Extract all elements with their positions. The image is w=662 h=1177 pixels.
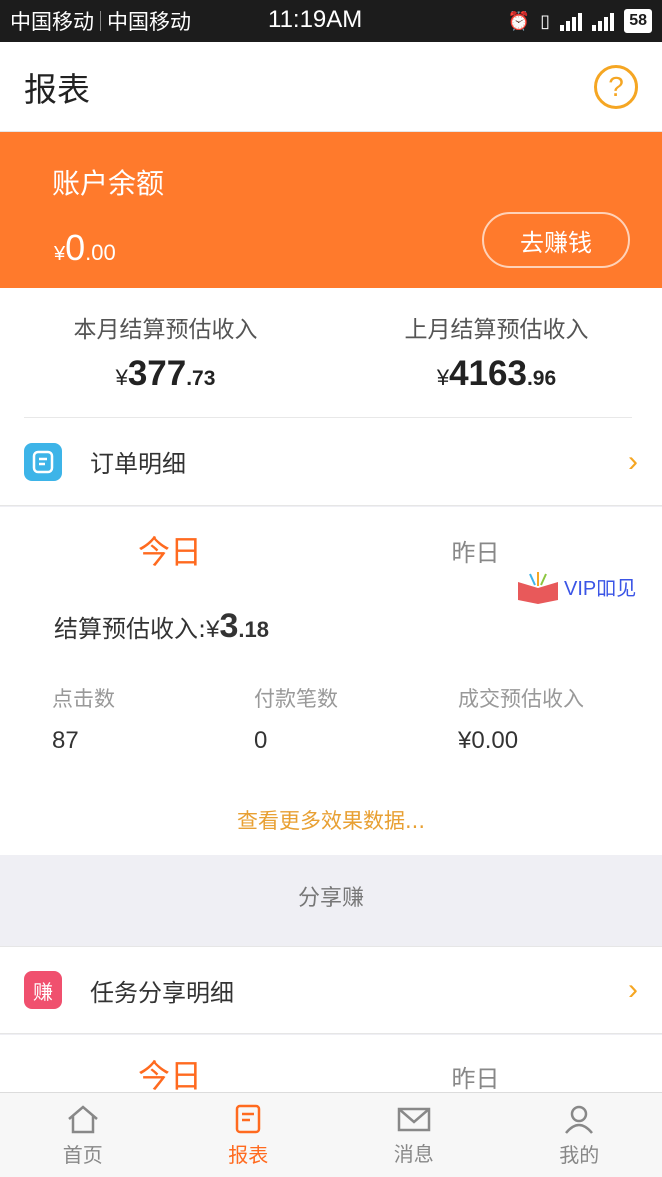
page-header: 报表 ?	[0, 42, 662, 132]
balance-card: 账户余额 ¥0.00 去赚钱	[0, 132, 662, 288]
user-icon	[565, 1105, 594, 1134]
earn-money-button[interactable]: 去赚钱	[482, 212, 630, 268]
tabbar-item-messages[interactable]: 消息	[331, 1093, 497, 1177]
tabbar-item-me[interactable]: 我的	[497, 1093, 662, 1177]
watermark-text: VIP吅见	[564, 577, 637, 600]
share-tabs: 今日 昨日	[0, 1035, 662, 1092]
tab-today[interactable]: 今日	[10, 527, 330, 573]
bottom-tab-bar: 首页 报表 消息 我的	[0, 1092, 662, 1177]
earn-badge-icon: 赚	[24, 971, 62, 1009]
chevron-right-icon: ›	[628, 444, 638, 478]
tabbar-label: 消息	[393, 1141, 434, 1166]
metric-label: 付款笔数	[254, 687, 338, 711]
last-month-label: 上月结算预估收入	[404, 317, 589, 343]
signal-icon	[560, 11, 583, 31]
this-month-currency: ¥	[115, 365, 128, 390]
share-tab-today[interactable]: 今日	[10, 1051, 330, 1092]
alarm-icon: ⏰	[507, 10, 531, 32]
home-icon	[67, 1104, 98, 1133]
metric-value: 87	[52, 727, 79, 754]
stats-panel: 今日 昨日 结算预估收入:¥3.18 点击数 87 付款笔数 0 成交预估收入 …	[0, 507, 662, 855]
balance-label: 账户余额	[52, 167, 165, 200]
tab-yesterday[interactable]: 昨日	[310, 533, 641, 568]
carrier-separator	[100, 11, 101, 31]
chevron-right-icon: ›	[628, 973, 638, 1006]
estimate-integer: 3	[219, 607, 239, 645]
monthly-income: 本月结算预估收入 ¥377.73 上月结算预估收入 ¥4163.96	[0, 288, 662, 418]
this-month-decimal: .73	[186, 367, 216, 390]
mail-icon	[397, 1107, 430, 1131]
status-bar: 中国移动 中国移动 11:19AM ⏰ ▯ 58	[0, 0, 662, 42]
carrier-1: 中国移动	[10, 10, 94, 34]
status-time: 11:19AM	[268, 6, 363, 33]
tabbar-label: 报表	[228, 1142, 269, 1167]
share-tab-yesterday[interactable]: 昨日	[310, 1059, 641, 1092]
signal-2-icon	[592, 11, 615, 31]
last-month-currency: ¥	[436, 365, 450, 390]
balance-amount: ¥0.00	[54, 227, 116, 269]
share-details-label: 任务分享明细	[90, 978, 234, 1007]
settlement-estimate: 结算预估收入:¥3.18	[54, 607, 269, 646]
balance-integer: 0	[65, 227, 86, 268]
last-month-income: 上月结算预估收入 ¥4163.96	[331, 310, 662, 394]
estimate-currency: ¥	[206, 616, 220, 643]
tabbar-label: 我的	[559, 1142, 600, 1167]
metric-label: 成交预估收入	[458, 687, 584, 711]
order-details-row[interactable]: 订单明细 ›	[0, 418, 662, 506]
last-month-integer: 4163	[449, 354, 527, 393]
estimate-label: 结算预估收入:	[54, 615, 207, 643]
order-details-label: 订单明细	[90, 450, 186, 478]
status-icons: ⏰ ▯ 58	[508, 9, 652, 33]
book-logo-icon	[518, 572, 558, 604]
page-title: 报表	[24, 69, 90, 109]
share-section-title: 分享赚	[297, 886, 364, 911]
watermark: VIP吅见	[516, 568, 636, 604]
report-icon	[236, 1104, 261, 1133]
metric-value: ¥0.00	[458, 727, 519, 754]
last-month-value: ¥4163.96	[331, 354, 662, 394]
metric-label: 点击数	[52, 687, 115, 711]
balance-currency: ¥	[54, 243, 66, 265]
share-details-row[interactable]: 赚 任务分享明细 ›	[0, 946, 662, 1034]
carrier-info: 中国移动 中国移动	[10, 6, 191, 36]
tabbar-item-home[interactable]: 首页	[0, 1093, 166, 1177]
more-data-link[interactable]: 查看更多效果数据...	[0, 805, 662, 835]
document-icon	[24, 442, 62, 481]
balance-decimal: .00	[85, 240, 116, 265]
battery-icon: 58	[624, 9, 652, 33]
tabbar-item-report[interactable]: 报表	[166, 1093, 332, 1177]
metric-deal-income: 成交预估收入 ¥0.00	[458, 683, 584, 755]
last-month-decimal: .96	[526, 367, 557, 390]
metric-value: 0	[254, 727, 268, 754]
this-month-value: ¥377.73	[0, 354, 331, 394]
this-month-income: 本月结算预估收入 ¥377.73	[0, 310, 331, 394]
this-month-label: 本月结算预估收入	[73, 317, 258, 343]
metric-clicks: 点击数 87	[52, 683, 115, 755]
this-month-integer: 377	[127, 354, 187, 393]
estimate-decimal: .18	[238, 617, 269, 642]
carrier-2: 中国移动	[107, 10, 191, 34]
metric-payments: 付款笔数 0	[254, 683, 338, 755]
help-icon[interactable]: ?	[594, 64, 638, 109]
tabbar-label: 首页	[62, 1142, 103, 1167]
vibrate-icon: ▯	[540, 10, 551, 32]
